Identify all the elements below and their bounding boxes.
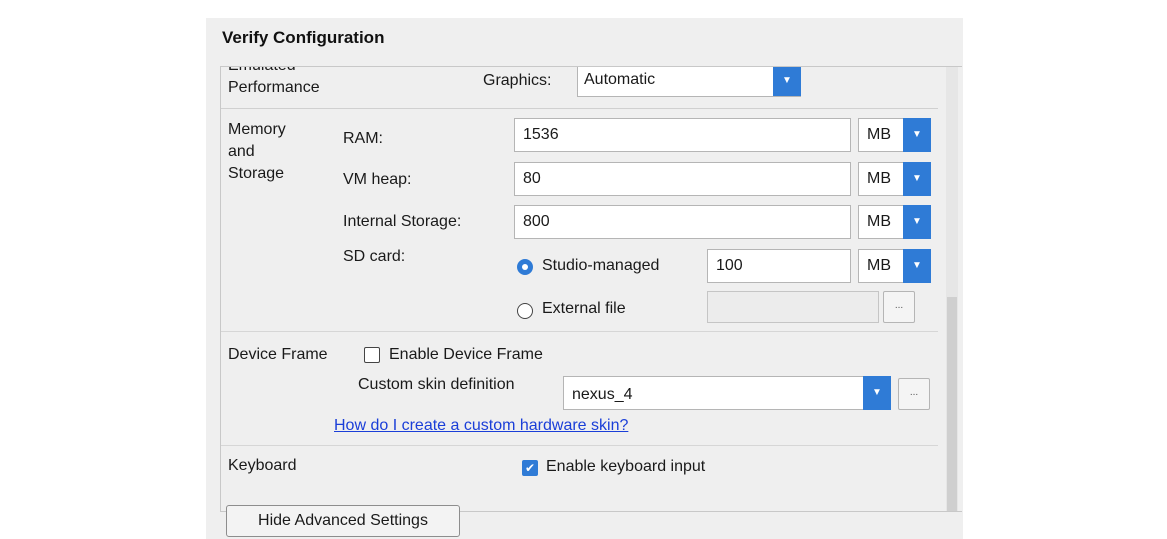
chevron-down-icon: ▼ — [903, 162, 931, 196]
internal-unit-value: MB — [867, 213, 891, 230]
sdcard-unit-dropdown[interactable]: MB ▼ — [858, 249, 931, 283]
ram-label: RAM: — [343, 130, 383, 147]
custom-skin-dropdown[interactable]: nexus_4 ▼ — [563, 376, 891, 410]
chevron-down-icon: ▼ — [903, 249, 931, 283]
section-divider — [221, 108, 938, 109]
verify-configuration-dialog: Verify Configuration Emulated Performanc… — [206, 18, 963, 539]
sdcard-size-input[interactable]: 100 — [707, 249, 851, 283]
chevron-down-icon: ▼ — [863, 376, 891, 410]
sdcard-label: SD card: — [343, 248, 406, 265]
enable-keyboard-label[interactable]: Enable keyboard input — [546, 458, 705, 476]
chevron-down-icon: ▼ — [903, 205, 931, 239]
ram-unit-value: MB — [867, 126, 891, 143]
advanced-settings-panel: Emulated Performance Graphics: Automatic… — [220, 66, 962, 512]
custom-skin-browse-button[interactable]: ... — [898, 378, 930, 410]
custom-skin-label: Custom skin definition — [358, 376, 515, 393]
section-divider — [221, 445, 938, 446]
scrollbar-thumb[interactable] — [947, 297, 957, 511]
external-file-path-input[interactable] — [707, 291, 879, 323]
ram-input[interactable]: 1536 — [514, 118, 851, 152]
custom-skin-help-link[interactable]: How do I create a custom hardware skin? — [334, 417, 628, 435]
studio-managed-radio[interactable] — [517, 259, 533, 275]
emulated-label-line2: Performance — [228, 79, 320, 96]
external-file-label[interactable]: External file — [542, 300, 626, 318]
sdcard-unit-value: MB — [867, 257, 891, 274]
custom-skin-value: nexus_4 — [572, 386, 633, 403]
vmheap-label: VM heap: — [343, 171, 412, 188]
studio-managed-label[interactable]: Studio-managed — [542, 257, 659, 275]
panel-scrollbar[interactable] — [946, 67, 958, 511]
chevron-down-icon: ▼ — [773, 67, 801, 96]
external-file-radio[interactable] — [517, 303, 533, 319]
memory-label-line3: Storage — [228, 165, 285, 182]
hide-advanced-settings-button[interactable]: Hide Advanced Settings — [226, 505, 460, 537]
emulated-label-line1: Emulated — [228, 67, 320, 77]
memory-label-line1: Memory — [228, 121, 286, 138]
graphics-dropdown[interactable]: Automatic ▼ — [577, 67, 801, 97]
keyboard-label: Keyboard — [228, 457, 297, 474]
enable-keyboard-checkbox[interactable]: ✔ — [522, 460, 538, 476]
section-divider — [221, 331, 938, 332]
emulated-performance-label: Emulated Performance — [228, 67, 320, 99]
internal-storage-input[interactable]: 800 — [514, 205, 851, 239]
graphics-label: Graphics: — [483, 72, 552, 89]
internal-storage-label: Internal Storage: — [343, 213, 462, 230]
enable-device-frame-checkbox[interactable] — [364, 347, 380, 363]
internal-storage-unit-dropdown[interactable]: MB ▼ — [858, 205, 931, 239]
external-file-browse-button[interactable]: ... — [883, 291, 915, 323]
memory-label-line2: and — [228, 143, 255, 160]
vmheap-unit-dropdown[interactable]: MB ▼ — [858, 162, 931, 196]
enable-device-frame-label[interactable]: Enable Device Frame — [389, 346, 543, 364]
device-frame-label: Device Frame — [228, 346, 328, 363]
vmheap-input[interactable]: 80 — [514, 162, 851, 196]
vmheap-unit-value: MB — [867, 170, 891, 187]
ram-unit-dropdown[interactable]: MB ▼ — [858, 118, 931, 152]
chevron-down-icon: ▼ — [903, 118, 931, 152]
dialog-title: Verify Configuration — [222, 28, 385, 47]
graphics-dropdown-value: Automatic — [584, 71, 656, 88]
memory-storage-label: Memory and Storage — [228, 119, 286, 185]
